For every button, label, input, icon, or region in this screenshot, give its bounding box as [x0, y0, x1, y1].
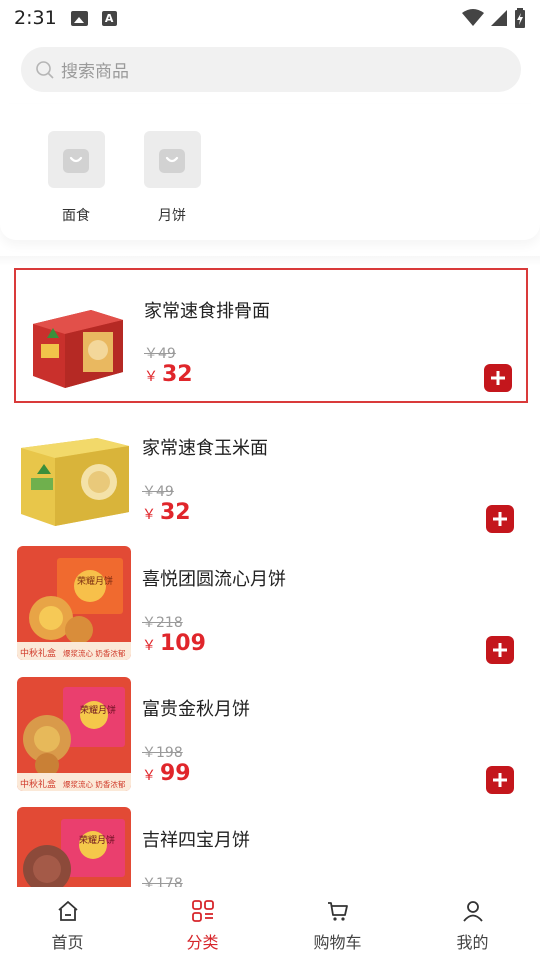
product-card[interactable]: 家常速食玉米面 ￥49 ￥ 32 — [14, 408, 528, 533]
plus-icon — [491, 371, 505, 385]
currency-symbol: ￥ — [144, 369, 158, 385]
search-icon — [36, 60, 54, 79]
original-price: ￥178 — [142, 876, 183, 887]
nav-label: 首页 — [51, 933, 84, 952]
price: ￥ 32 — [142, 500, 191, 525]
price-value: 32 — [162, 362, 193, 387]
product-list[interactable]: 家常速食排骨面 ￥49 ￥ 32 家常速食玉米面 ￥49 ￥ 32 中秋礼盒 爆… — [0, 256, 540, 887]
image-badge-right: 爆浆流心 奶香浓郁 — [63, 648, 126, 658]
nav-cart[interactable]: 购物车 — [270, 887, 405, 960]
product-name: 富贵金秋月饼 — [142, 699, 250, 720]
plus-icon — [493, 643, 507, 657]
nav-category[interactable]: 分类 — [135, 887, 270, 960]
status-time: 2:31 — [14, 7, 57, 29]
product-name: 家常速食玉米面 — [142, 438, 268, 459]
status-bar: 2:31 A — [0, 0, 540, 36]
product-image — [19, 280, 133, 394]
a-icon: A — [101, 10, 117, 26]
wifi-icon — [462, 9, 484, 26]
original-price: ￥49 — [144, 346, 176, 362]
product-name: 喜悦团圆流心月饼 — [142, 569, 286, 590]
currency-symbol: ￥ — [142, 507, 156, 523]
product-card[interactable]: 荣耀月饼 吉祥四宝月饼 ￥178 — [14, 800, 528, 887]
nav-mine[interactable]: 我的 — [405, 887, 540, 960]
category-icon — [191, 900, 214, 922]
price-value: 32 — [160, 500, 191, 525]
plus-icon — [493, 773, 507, 787]
product-card[interactable]: 中秋礼盒 爆浆流心 奶香浓郁 荣耀月饼 富贵金秋月饼 ￥198 ￥ 99 — [14, 669, 528, 794]
category-thumbnail — [47, 131, 105, 188]
category-thumbnail — [143, 131, 201, 188]
product-name: 吉祥四宝月饼 — [142, 830, 250, 851]
original-price: ￥218 — [142, 615, 183, 631]
price-value: 109 — [160, 631, 206, 656]
image-badge-left: 中秋礼盒 — [20, 778, 56, 790]
home-icon — [57, 901, 78, 921]
nav-label: 我的 — [456, 933, 489, 952]
category-label: 面食 — [62, 208, 90, 224]
signal-icon — [491, 10, 507, 26]
search-placeholder: 搜索商品 — [61, 62, 129, 82]
price: ￥ 32 — [144, 362, 193, 387]
image-box-text: 荣耀月饼 — [79, 834, 115, 846]
shopping-bag-icon — [63, 148, 89, 173]
currency-symbol: ￥ — [142, 768, 156, 784]
add-to-cart-button[interactable] — [486, 766, 514, 794]
category-item-mooncake[interactable]: 月饼 — [142, 131, 202, 225]
price: ￥ 99 — [142, 761, 191, 786]
currency-symbol: ￥ — [142, 638, 156, 654]
category-panel: 面食 月饼 — [0, 104, 540, 240]
image-badge-left: 中秋礼盒 — [20, 647, 56, 659]
product-image: 荣耀月饼 — [17, 807, 131, 887]
nav-label: 分类 — [186, 933, 219, 952]
battery-icon — [515, 8, 525, 28]
shopping-bag-icon — [159, 148, 185, 173]
category-item-noodles[interactable]: 面食 — [46, 131, 106, 225]
product-card[interactable]: 家常速食排骨面 ￥49 ￥ 32 — [14, 268, 528, 403]
user-icon — [462, 901, 483, 922]
image-box-text: 荣耀月饼 — [77, 575, 113, 587]
category-label: 月饼 — [158, 208, 186, 224]
product-image — [17, 416, 131, 530]
price-value: 99 — [160, 761, 191, 786]
cart-icon — [327, 902, 348, 921]
image-box-text: 荣耀月饼 — [80, 704, 116, 716]
original-price: ￥49 — [142, 484, 174, 500]
add-to-cart-button[interactable] — [486, 636, 514, 664]
search-input[interactable]: 搜索商品 — [21, 47, 521, 92]
product-card[interactable]: 中秋礼盒 爆浆流心 奶香浓郁 荣耀月饼 喜悦团圆流心月饼 ￥218 ￥ 109 — [14, 539, 528, 664]
product-name: 家常速食排骨面 — [144, 301, 270, 322]
product-image: 中秋礼盒 爆浆流心 奶香浓郁 荣耀月饼 — [17, 546, 131, 660]
nav-home[interactable]: 首页 — [0, 887, 135, 960]
original-price: ￥198 — [142, 745, 183, 761]
nav-label: 购物车 — [313, 933, 362, 952]
image-badge-right: 爆浆流心 奶香浓郁 — [63, 779, 126, 789]
price: ￥ 109 — [142, 631, 206, 656]
plus-icon — [493, 512, 507, 526]
add-to-cart-button[interactable] — [486, 505, 514, 533]
add-to-cart-button[interactable] — [484, 364, 512, 392]
image-icon — [70, 10, 88, 26]
bottom-nav: 首页 分类 购物车 我的 — [0, 887, 540, 960]
product-image: 中秋礼盒 爆浆流心 奶香浓郁 荣耀月饼 — [17, 677, 131, 791]
